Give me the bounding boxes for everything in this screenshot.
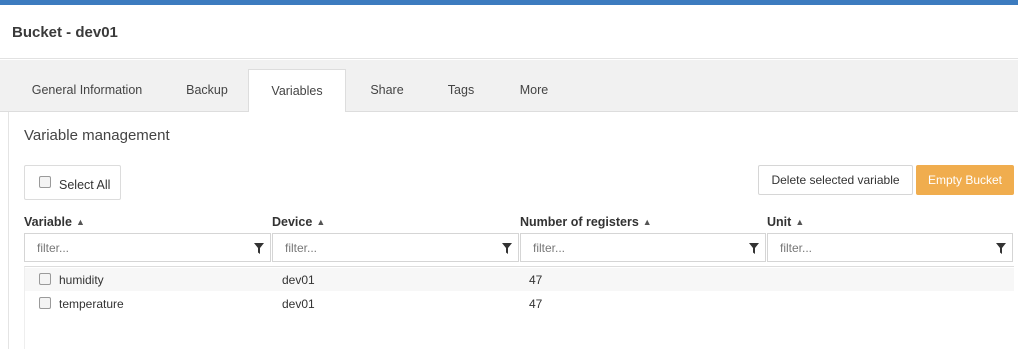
column-header-label: Unit [767, 215, 792, 229]
table-row[interactable]: temperature dev01 47 [25, 292, 1014, 315]
filter-icon[interactable] [996, 243, 1006, 254]
variables-table-body: humidity dev01 47 temperature dev01 47 [24, 266, 1014, 349]
variable-management-panel: Variable management Select All Delete se… [8, 112, 1018, 349]
empty-bucket-button[interactable]: Empty Bucket [916, 165, 1014, 195]
registers-filter-input[interactable] [521, 234, 765, 261]
registers-cell: 47 [529, 297, 543, 311]
sort-icon[interactable]: ▲︎ [643, 217, 652, 227]
tab-backup[interactable]: Backup [168, 69, 246, 112]
column-header-number-of-registers[interactable]: Number of registers ▲︎ [520, 215, 652, 229]
variable-cell: temperature [59, 297, 124, 311]
row-checkbox-icon[interactable] [39, 297, 51, 309]
column-header-unit[interactable]: Unit ▲︎ [767, 215, 804, 229]
unit-filter-input[interactable] [768, 234, 1012, 261]
registers-filter [520, 233, 766, 262]
select-all-label: Select All [59, 178, 111, 192]
device-cell: dev01 [282, 273, 315, 287]
row-checkbox-icon[interactable] [39, 273, 51, 285]
sort-icon[interactable]: ▲︎ [795, 217, 804, 227]
column-header-label: Device [272, 215, 313, 229]
column-header-variable[interactable]: Variable ▲︎ [24, 215, 85, 229]
registers-cell: 47 [529, 273, 543, 287]
column-header-device[interactable]: Device ▲︎ [272, 215, 325, 229]
filter-icon[interactable] [254, 243, 264, 254]
table-row[interactable]: humidity dev01 47 [25, 268, 1014, 291]
device-filter [272, 233, 519, 262]
tab-bar: General Information Backup Variables Sha… [0, 60, 1018, 113]
panel-title: Variable management [24, 127, 170, 144]
column-header-label: Number of registers [520, 215, 639, 229]
variable-filter-input[interactable] [25, 234, 270, 261]
select-all-checkbox-icon[interactable] [39, 176, 51, 188]
tab-share[interactable]: Share [352, 69, 422, 112]
filter-icon[interactable] [502, 243, 512, 254]
delete-selected-variable-button[interactable]: Delete selected variable [758, 165, 913, 195]
device-cell: dev01 [282, 297, 315, 311]
variable-cell: humidity [59, 273, 104, 287]
tab-tags[interactable]: Tags [428, 69, 494, 112]
select-all-button[interactable]: Select All [24, 165, 121, 200]
column-header-label: Variable [24, 215, 72, 229]
sort-icon[interactable]: ▲︎ [316, 217, 325, 227]
device-filter-input[interactable] [273, 234, 518, 261]
variable-filter [24, 233, 271, 262]
tab-more[interactable]: More [500, 69, 568, 112]
tab-general-information[interactable]: General Information [12, 69, 162, 112]
page-header: Bucket - dev01 [0, 5, 1018, 59]
filter-icon[interactable] [749, 243, 759, 254]
tab-variables[interactable]: Variables [248, 69, 346, 113]
unit-filter [767, 233, 1013, 262]
sort-icon[interactable]: ▲︎ [76, 217, 85, 227]
page-title: Bucket - dev01 [12, 24, 118, 41]
